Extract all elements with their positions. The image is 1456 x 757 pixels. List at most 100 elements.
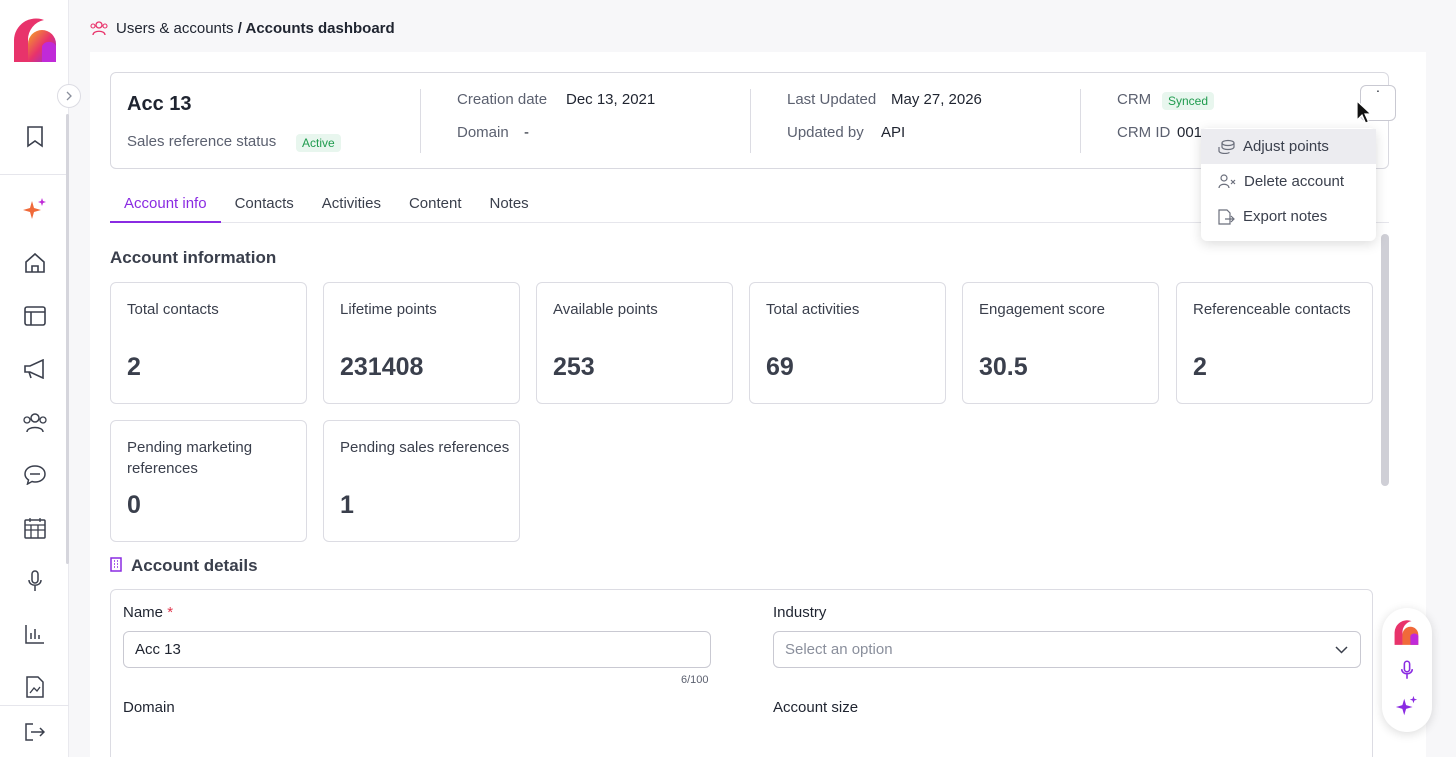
- domain-label: Domain: [457, 124, 509, 141]
- name-input[interactable]: Acc 13: [123, 631, 711, 668]
- bookmark-icon[interactable]: [20, 122, 50, 152]
- divider: [1080, 89, 1081, 153]
- account-summary-card: Acc 13 Sales reference status Active Cre…: [110, 72, 1396, 169]
- megaphone-icon[interactable]: [20, 354, 50, 384]
- name-field-label: Name *: [123, 604, 174, 621]
- stat-value: 2: [127, 353, 141, 381]
- bar-chart-icon[interactable]: [20, 619, 50, 649]
- stat-label: Pending marketing references: [127, 439, 253, 477]
- stat-value: 231408: [340, 353, 424, 381]
- industry-select[interactable]: Select an option: [773, 631, 1361, 668]
- main-scrollbar[interactable]: [1381, 234, 1389, 486]
- menu-item-label: Adjust points: [1243, 138, 1329, 155]
- layout-icon[interactable]: [20, 301, 50, 331]
- account-information-title: Account information: [110, 248, 277, 267]
- chevron-right-icon: [66, 91, 72, 101]
- document-image-icon[interactable]: [20, 672, 50, 702]
- breadcrumb-current: Accounts dashboard: [245, 19, 395, 37]
- building-icon: [110, 557, 122, 577]
- crm-label: CRM: [1117, 91, 1152, 108]
- assistant-sparkle-icon[interactable]: [1394, 694, 1420, 720]
- menu-item-delete-account[interactable]: Delete account: [1201, 164, 1376, 199]
- breadcrumb-separator: /: [233, 19, 246, 37]
- stat-card: Lifetime points 231408: [323, 282, 520, 404]
- tab-account-info[interactable]: Account info: [110, 192, 221, 223]
- breadcrumb-parent[interactable]: Users & accounts: [116, 20, 234, 37]
- sidebar-scrollbar[interactable]: [66, 114, 69, 564]
- menu-item-label: Delete account: [1244, 173, 1345, 190]
- required-marker: *: [167, 604, 174, 621]
- domain-field-label: Domain: [123, 699, 175, 716]
- sidebar-divider: [0, 174, 69, 175]
- file-export-icon: [1218, 208, 1235, 225]
- sidebar: [0, 0, 69, 757]
- last-updated-value: May 27, 2026: [891, 91, 982, 108]
- stat-label: Pending sales references: [340, 439, 510, 456]
- menu-item-adjust-points[interactable]: Adjust points: [1201, 129, 1376, 164]
- more-dots-icon: ·: [1375, 82, 1381, 98]
- creation-date-value: Dec 13, 2021: [566, 91, 656, 108]
- top-bar: Users & accounts / Accounts dashboard: [69, 0, 1456, 56]
- chat-icon[interactable]: [20, 460, 50, 490]
- calendar-icon[interactable]: [20, 513, 50, 543]
- sidebar-collapse-button[interactable]: [57, 84, 81, 108]
- assistant-logo-icon[interactable]: [1394, 620, 1420, 646]
- mouse-cursor-icon: [1356, 99, 1373, 131]
- stat-label: Total contacts: [127, 301, 219, 318]
- stat-value: 69: [766, 353, 794, 381]
- domain-value: -: [524, 124, 529, 141]
- stat-label: Lifetime points: [340, 301, 437, 318]
- industry-select-placeholder: Select an option: [785, 641, 893, 658]
- stat-value: 30.5: [979, 353, 1028, 381]
- chevron-down-icon: [1335, 645, 1348, 654]
- stat-card: Referenceable contacts 2: [1176, 282, 1373, 404]
- tab-contacts[interactable]: Contacts: [221, 192, 308, 223]
- floating-assistant-bar: [1382, 608, 1432, 732]
- account-details-form: Name * Acc 13 6/100 Industry Select an o…: [110, 589, 1373, 757]
- stat-card: Pending sales references 1: [323, 420, 520, 542]
- more-actions-menu: Adjust points Delete account Export note…: [1201, 128, 1376, 241]
- stat-card: Total activities 69: [749, 282, 946, 404]
- stat-value: 1: [340, 491, 354, 519]
- stat-card: Total contacts 2: [110, 282, 307, 404]
- industry-field-label: Industry: [773, 604, 827, 621]
- breadcrumb: Users & accounts / Accounts dashboard: [90, 20, 395, 37]
- stat-card: Pending marketing references 0: [110, 420, 307, 542]
- stat-value: 253: [553, 353, 595, 381]
- stat-label: Referenceable contacts: [1193, 301, 1351, 318]
- tab-notes[interactable]: Notes: [476, 192, 543, 223]
- account-name: Acc 13: [127, 93, 192, 115]
- account-details-title: Account details: [131, 556, 258, 575]
- coins-icon: [1218, 139, 1235, 154]
- updated-by-label: Updated by: [787, 124, 864, 141]
- microphone-icon[interactable]: [20, 566, 50, 596]
- last-updated-label: Last Updated: [787, 91, 877, 108]
- logout-icon[interactable]: [20, 717, 50, 747]
- divider: [420, 89, 421, 153]
- menu-item-export-notes[interactable]: Export notes: [1201, 199, 1376, 234]
- stat-label: Available points: [553, 301, 658, 318]
- users-icon[interactable]: [20, 407, 50, 437]
- sparkle-ai-icon[interactable]: [20, 195, 50, 225]
- menu-item-label: Export notes: [1243, 208, 1328, 225]
- account-size-field-label: Account size: [773, 699, 859, 716]
- crm-status-badge: Synced: [1162, 92, 1215, 110]
- creation-date-label: Creation date: [457, 91, 548, 108]
- divider: [750, 89, 751, 153]
- tab-activities[interactable]: Activities: [308, 192, 395, 223]
- sales-status-badge: Active: [296, 134, 341, 152]
- user-remove-icon: [1218, 174, 1236, 189]
- assistant-microphone-icon[interactable]: [1394, 657, 1420, 683]
- tab-content[interactable]: Content: [395, 192, 476, 223]
- stat-card: Available points 253: [536, 282, 733, 404]
- stat-label: Total activities: [766, 301, 860, 318]
- users-accounts-icon: [90, 21, 108, 36]
- home-icon[interactable]: [20, 248, 50, 278]
- stat-card: Engagement score 30.5: [962, 282, 1159, 404]
- app-logo[interactable]: [14, 18, 58, 64]
- stat-value: 2: [1193, 353, 1207, 381]
- name-char-counter: 6/100: [681, 674, 709, 686]
- updated-by-value: API: [881, 124, 906, 141]
- account-tabs: Account info Contacts Activities Content…: [110, 192, 1389, 223]
- sales-status-label: Sales reference status: [127, 133, 277, 150]
